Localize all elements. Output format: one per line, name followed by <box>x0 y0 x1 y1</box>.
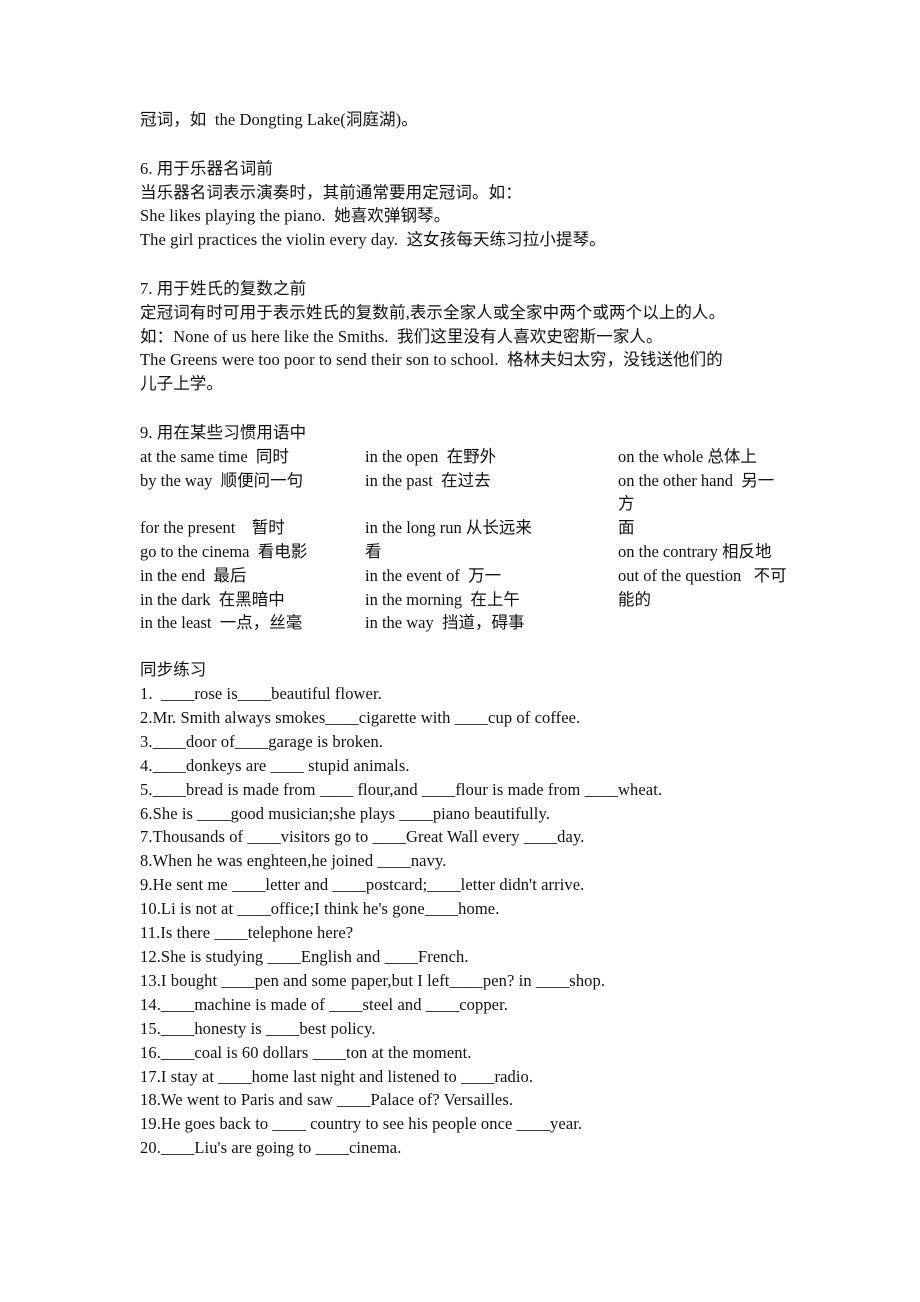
idiom-col3-row1: on the whole 总体上 <box>618 446 757 466</box>
idiom-col3-row7 <box>618 611 790 635</box>
idiom-col3-row3: 面 <box>618 518 635 538</box>
section-6-line-3: The girl practices the violin every day.… <box>140 230 606 250</box>
exercise-item-20: 20.____Liu's are going to ____cinema. <box>140 1138 402 1158</box>
exercise-item-12: 12.She is studying ____English and ____F… <box>140 947 469 967</box>
exercise-item-6: 6.She is ____good musician;she plays ___… <box>140 803 550 823</box>
idiom-col1-row1: at the same time 同时 <box>140 446 289 466</box>
idiom-col1-row6: in the dark 在黑暗中 <box>140 589 285 609</box>
idiom-col2-row1: in the open 在野外 <box>365 446 497 466</box>
section-9: 9. 用在某些习惯用语中 at the same time 同时 in the … <box>140 421 790 635</box>
idiom-col2-row4: 看 <box>365 541 382 561</box>
exercise-item-13: 13.I bought ____pen and some paper,but I… <box>140 970 606 990</box>
idiom-col2-row7: in the way 挡道，碍事 <box>365 613 525 633</box>
exercise-item-10: 10.Li is not at ____office;I think he's … <box>140 899 500 919</box>
exercise-item-18: 18.We went to Paris and saw ____Palace o… <box>140 1090 514 1110</box>
exercise-item-8: 8.When he was enghteen,he joined ____nav… <box>140 851 447 871</box>
idiom-col3-row5: out of the question 不可 <box>618 565 787 585</box>
exercise-item-9: 9.He sent me ____letter and ____postcard… <box>140 875 585 895</box>
exercise-item-5: 5.____bread is made from ____ flour,and … <box>140 779 663 799</box>
exercise-item-16: 16.____coal is 60 dollars ____ton at the… <box>140 1042 472 1062</box>
idiom-col1-row3: for the present 暂时 <box>140 518 285 538</box>
exercise-item-1: 1. ____rose is____beautiful flower. <box>140 684 382 704</box>
section-6: 6. 用于乐器名词前 当乐器名词表示演奏时，其前通常要用定冠词。如： She l… <box>140 157 790 252</box>
section-7: 7. 用于姓氏的复数之前 定冠词有时可用于表示姓氏的复数前,表示全家人或全家中两… <box>140 277 790 396</box>
section-7-line-2: 如：None of us here like the Smiths. 我们这里没… <box>140 326 663 346</box>
exercise-item-19: 19.He goes back to ____ country to see h… <box>140 1114 583 1134</box>
exercise-item-14: 14.____machine is made of ____steel and … <box>140 994 509 1014</box>
section-6-line-1: 当乐器名词表示演奏时，其前通常要用定冠词。如： <box>140 182 522 202</box>
idiom-col1-row7: in the least 一点，丝毫 <box>140 613 303 633</box>
document-page: 冠词，如 the Dongting Lake(洞庭湖)。 6. 用于乐器名词前 … <box>0 0 920 1302</box>
idiom-col2-row2: in the past 在过去 <box>365 470 491 490</box>
idiom-table: at the same time 同时 in the open 在野外 on t… <box>140 445 790 635</box>
idiom-col1-row5: in the end 最后 <box>140 565 247 585</box>
exercise-item-4: 4.____donkeys are ____ stupid animals. <box>140 755 410 775</box>
idiom-col3-row6: 能的 <box>618 589 651 609</box>
exercise-item-11: 11.Is there ____telephone here? <box>140 923 354 943</box>
section-6-line-2: She likes playing the piano. 她喜欢弹钢琴。 <box>140 206 451 226</box>
exercise-item-2: 2.Mr. Smith always smokes____cigarette w… <box>140 707 581 727</box>
idiom-col1-row2: by the way 顺便问一句 <box>140 470 304 490</box>
section-9-heading: 9. 用在某些习惯用语中 <box>140 422 307 442</box>
idiom-col2-row3: in the long run 从长远来 <box>365 518 532 538</box>
idiom-col1-row4: go to the cinema 看电影 <box>140 541 308 561</box>
exercise-section: 同步练习 1. ____rose is____beautiful flower.… <box>140 658 790 1160</box>
idiom-col2-row6: in the morning 在上午 <box>365 589 520 609</box>
exercise-item-7: 7.Thousands of ____visitors go to ____Gr… <box>140 827 585 847</box>
exercise-heading: 同步练习 <box>140 660 207 680</box>
section-7-line-4: 儿子上学。 <box>140 374 223 394</box>
idiom-col3-row2: on the other hand 另一方 <box>618 470 775 514</box>
exercise-item-17: 17.I stay at ____home last night and lis… <box>140 1066 534 1086</box>
idiom-col3-row4: on the contrary 相反地 <box>618 541 772 561</box>
idiom-col2-row5: in the event of 万一 <box>365 565 502 585</box>
intro-line: 冠词，如 the Dongting Lake(洞庭湖)。 <box>140 110 418 129</box>
section-7-line-1: 定冠词有时可用于表示姓氏的复数前,表示全家人或全家中两个或两个以上的人。 <box>140 302 726 322</box>
exercise-item-3: 3.____door of____garage is broken. <box>140 731 384 751</box>
exercise-item-15: 15.____honesty is ____best policy. <box>140 1018 376 1038</box>
section-7-heading: 7. 用于姓氏的复数之前 <box>140 278 307 298</box>
section-6-heading: 6. 用于乐器名词前 <box>140 158 273 178</box>
section-7-line-3: The Greens were too poor to send their s… <box>140 350 723 370</box>
